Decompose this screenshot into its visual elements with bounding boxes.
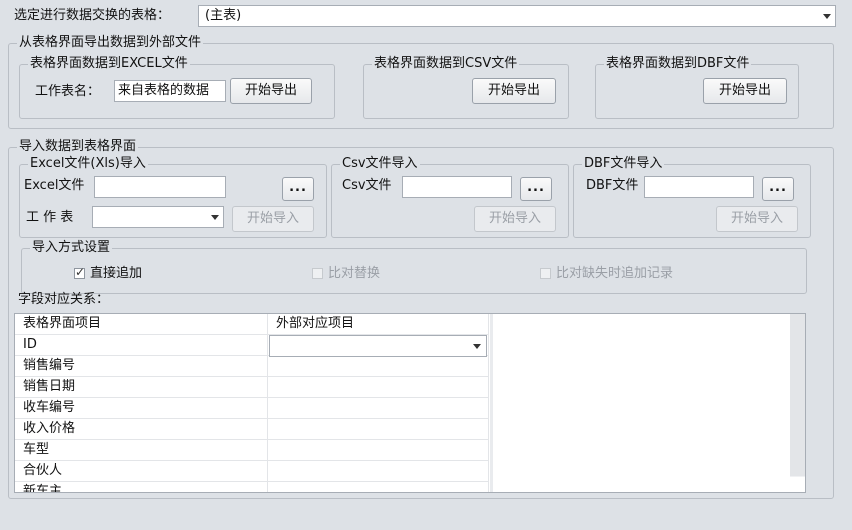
import-dbf-button[interactable]: 开始导入 bbox=[716, 206, 798, 232]
grid-splitter[interactable] bbox=[490, 314, 493, 492]
import-dbf-title: DBF文件导入 bbox=[582, 155, 665, 173]
excel-file-input[interactable] bbox=[94, 176, 226, 198]
import-excel-title: Excel文件(Xls)导入 bbox=[28, 155, 148, 173]
chevron-down-icon[interactable] bbox=[211, 215, 219, 220]
target-select[interactable] bbox=[269, 335, 487, 357]
replace-checkbox[interactable] bbox=[312, 268, 323, 279]
mapping-label: 字段对应关系： bbox=[18, 292, 110, 307]
table-select-value: (主表) bbox=[205, 8, 242, 23]
row-field: 新车主 bbox=[15, 481, 268, 492]
import-group-title: 导入数据到表格界面 bbox=[17, 138, 139, 156]
sheet-name-input[interactable]: 来自表格的数据 bbox=[114, 80, 226, 102]
sheet-label: 工 作 表 bbox=[26, 210, 74, 225]
row-field: 收车编号 bbox=[15, 397, 268, 419]
row-target[interactable] bbox=[267, 418, 489, 440]
sheet-name-label: 工作表名： bbox=[35, 84, 101, 99]
table-row[interactable]: 销售编号 bbox=[15, 355, 489, 377]
import-dbf-group: DBF文件导入 DBF文件 ... 开始导入 bbox=[573, 155, 811, 238]
append-missing-label: 比对缺失时追加记录 bbox=[556, 266, 674, 281]
table-row[interactable]: 车型 bbox=[15, 439, 489, 461]
check-icon: ✓ bbox=[75, 265, 86, 279]
table-row[interactable]: 销售日期 bbox=[15, 376, 489, 398]
dbf-file-label: DBF文件 bbox=[586, 178, 639, 193]
header-cell: 外部对应项目 bbox=[267, 314, 489, 335]
row-target[interactable] bbox=[267, 460, 489, 482]
export-csv-group: 表格界面数据到CSV文件 开始导出 bbox=[363, 55, 569, 119]
import-excel-group: Excel文件(Xls)导入 Excel文件 ... 工 作 表 开始导入 bbox=[19, 155, 327, 238]
vertical-scrollbar[interactable] bbox=[790, 314, 805, 492]
append-checkbox[interactable]: ✓ bbox=[74, 265, 86, 279]
header-cell: 表格界面项目 bbox=[15, 314, 268, 335]
row-field: ID bbox=[15, 334, 268, 356]
row-field: 销售编号 bbox=[15, 355, 268, 377]
excel-browse-button[interactable]: ... bbox=[282, 177, 314, 201]
row-field: 销售日期 bbox=[15, 376, 268, 398]
export-dbf-button[interactable]: 开始导出 bbox=[703, 78, 787, 104]
table-header-row: 表格界面项目 外部对应项目 bbox=[15, 314, 489, 335]
table-row[interactable]: 新车主 bbox=[15, 481, 489, 492]
table-row[interactable]: 合伙人 bbox=[15, 460, 489, 482]
sheet-name-value: 来自表格的数据 bbox=[118, 83, 210, 98]
row-target[interactable] bbox=[267, 439, 489, 461]
export-dbf-group: 表格界面数据到DBF文件 开始导出 bbox=[595, 55, 799, 119]
chevron-down-icon[interactable] bbox=[473, 344, 481, 349]
row-target[interactable] bbox=[267, 397, 489, 419]
table-row[interactable]: 收车编号 bbox=[15, 397, 489, 419]
import-excel-button[interactable]: 开始导入 bbox=[232, 206, 314, 232]
import-mode-group: 导入方式设置 ✓ 直接追加 比对替换 比对缺失时追加记录 bbox=[21, 239, 807, 294]
import-csv-button[interactable]: 开始导入 bbox=[474, 206, 556, 232]
scrollbar-thumb[interactable] bbox=[790, 314, 805, 476]
row-field: 收入价格 bbox=[15, 418, 268, 440]
table-select-label: 选定进行数据交换的表格： bbox=[14, 8, 171, 23]
append-missing-checkbox[interactable] bbox=[540, 268, 551, 279]
append-label: 直接追加 bbox=[90, 266, 143, 281]
row-field: 车型 bbox=[15, 439, 268, 461]
import-csv-title: Csv文件导入 bbox=[340, 155, 420, 173]
excel-file-label: Excel文件 bbox=[24, 178, 85, 193]
import-csv-group: Csv文件导入 Csv文件 ... 开始导入 bbox=[331, 155, 569, 238]
export-excel-button[interactable]: 开始导出 bbox=[230, 78, 312, 104]
dbf-file-input[interactable] bbox=[644, 176, 754, 198]
import-mode-title: 导入方式设置 bbox=[30, 239, 113, 257]
chevron-down-icon[interactable] bbox=[823, 14, 831, 19]
csv-file-input[interactable] bbox=[402, 176, 512, 198]
dbf-browse-button[interactable]: ... bbox=[762, 177, 794, 201]
export-excel-title: 表格界面数据到EXCEL文件 bbox=[28, 55, 190, 73]
export-csv-title: 表格界面数据到CSV文件 bbox=[372, 55, 520, 73]
row-field: 合伙人 bbox=[15, 460, 268, 482]
mapping-grid[interactable]: 表格界面项目 外部对应项目 ID 销售编号 销售日期 收车编号 收入价格 车型 … bbox=[14, 313, 806, 493]
csv-browse-button[interactable]: ... bbox=[520, 177, 552, 201]
export-group: 从表格界面导出数据到外部文件 表格界面数据到EXCEL文件 工作表名： 来自表格… bbox=[8, 34, 834, 129]
row-target[interactable] bbox=[267, 481, 489, 492]
sheet-select[interactable] bbox=[92, 206, 224, 228]
table-row[interactable]: 收入价格 bbox=[15, 418, 489, 440]
replace-label: 比对替换 bbox=[328, 266, 381, 281]
row-target[interactable] bbox=[267, 355, 489, 377]
row-target[interactable] bbox=[267, 376, 489, 398]
export-excel-group: 表格界面数据到EXCEL文件 工作表名： 来自表格的数据 开始导出 bbox=[19, 55, 335, 119]
table-select[interactable]: (主表) bbox=[198, 5, 836, 27]
export-group-title: 从表格界面导出数据到外部文件 bbox=[17, 34, 204, 52]
scrollbar-corner bbox=[790, 477, 805, 492]
export-dbf-title: 表格界面数据到DBF文件 bbox=[604, 55, 752, 73]
csv-file-label: Csv文件 bbox=[342, 178, 392, 193]
export-csv-button[interactable]: 开始导出 bbox=[472, 78, 556, 104]
